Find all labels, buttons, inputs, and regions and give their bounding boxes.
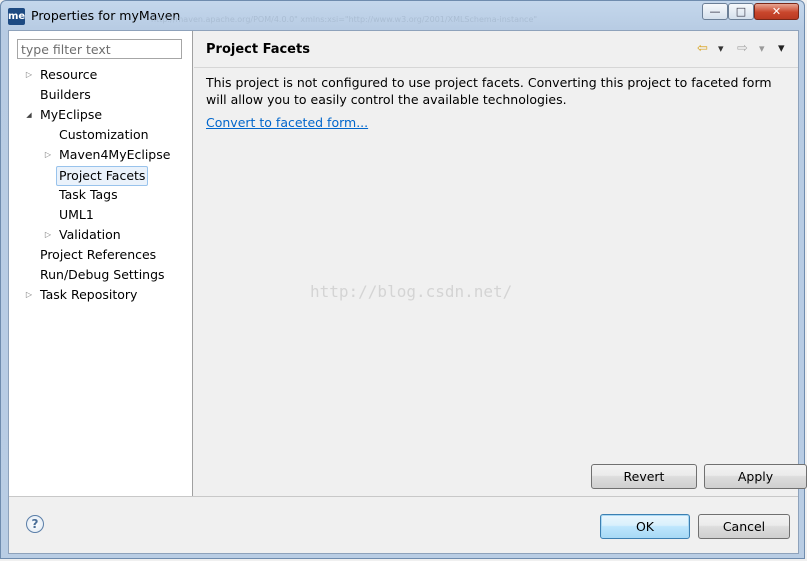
ok-button[interactable]: OK: [600, 514, 690, 539]
tree-item-label-selected: Project Facets: [56, 166, 149, 186]
tree-item-task-tags[interactable]: Task Tags: [9, 185, 192, 205]
title-bar[interactable]: me Properties for myMaven http://maven.a…: [1, 1, 806, 31]
tree-item-maven4myeclipse[interactable]: ▷ Maven4MyEclipse: [9, 145, 192, 165]
maximize-button[interactable]: □: [728, 3, 754, 20]
expand-arrow-icon[interactable]: ▷: [43, 225, 53, 245]
apply-button[interactable]: Apply: [704, 464, 807, 489]
property-page-tree: ▷ Resource Builders ◢ MyEclipse Customiz…: [9, 31, 193, 496]
tree-item-label: Builders: [40, 87, 91, 102]
expand-arrow-icon[interactable]: ▷: [24, 285, 34, 305]
help-icon[interactable]: ?: [26, 515, 44, 533]
button-bar-divider: [9, 496, 798, 497]
tree-item-resource[interactable]: ▷ Resource: [9, 65, 192, 85]
expand-arrow-icon[interactable]: ▷: [43, 145, 53, 165]
tree-item-label: Maven4MyEclipse: [59, 147, 171, 162]
filter-input[interactable]: [17, 39, 182, 59]
tree-item-label: UML1: [59, 207, 94, 222]
tree-item-builders[interactable]: Builders: [9, 85, 192, 105]
tree-item-validation[interactable]: ▷ Validation: [9, 225, 192, 245]
convert-to-faceted-form-link[interactable]: Convert to faceted form...: [206, 115, 368, 130]
watermark: http://blog.csdn.net/: [310, 282, 513, 301]
forward-history-dropdown-icon[interactable]: ▾: [759, 40, 765, 58]
tree-item-label: Task Repository: [40, 287, 138, 302]
cancel-button[interactable]: Cancel: [698, 514, 790, 539]
tree-item-label: Task Tags: [59, 187, 118, 202]
tree-item-customization[interactable]: Customization: [9, 125, 192, 145]
tree-item-label: Validation: [59, 227, 121, 242]
tree-item-label: Resource: [40, 67, 98, 82]
close-button[interactable]: ✕: [754, 3, 799, 20]
minimize-button[interactable]: —: [702, 3, 728, 20]
tree-item-label: Run/Debug Settings: [40, 267, 165, 282]
back-arrow-icon[interactable]: ⇦: [697, 40, 708, 58]
tree-item-task-repository[interactable]: ▷ Task Repository: [9, 285, 192, 305]
tree-item-myeclipse[interactable]: ◢ MyEclipse: [9, 105, 192, 125]
tree-item-project-references[interactable]: Project References: [9, 245, 192, 265]
dialog-client-area: ▷ Resource Builders ◢ MyEclipse Customiz…: [8, 30, 807, 554]
myeclipse-app-icon: me: [8, 8, 25, 25]
facets-message: This project is not configured to use pr…: [206, 75, 772, 107]
properties-dialog: me Properties for myMaven http://maven.a…: [0, 0, 807, 559]
back-history-dropdown-icon[interactable]: ▾: [718, 40, 724, 58]
tree-item-label: Project References: [40, 247, 157, 262]
expand-arrow-icon[interactable]: ▷: [24, 65, 34, 85]
tree-item-project-facets[interactable]: Project Facets: [9, 165, 192, 186]
collapse-arrow-icon[interactable]: ◢: [24, 105, 34, 125]
tree-item-uml1[interactable]: UML1: [9, 205, 192, 225]
property-page-content: Project Facets ⇦ ▾ ⇨ ▾ ▾ This project is…: [194, 31, 807, 496]
tree-item-run-debug-settings[interactable]: Run/Debug Settings: [9, 265, 192, 285]
forward-arrow-icon[interactable]: ⇨: [737, 40, 748, 58]
background-window-text: http://maven.apache.org/POM/4.0.0" xmlns…: [151, 15, 538, 24]
tree-item-label: MyEclipse: [40, 107, 103, 122]
header-divider: [194, 67, 798, 68]
page-title: Project Facets: [206, 42, 310, 57]
tree-item-label: Customization: [59, 127, 149, 142]
revert-button[interactable]: Revert: [591, 464, 697, 489]
view-menu-icon[interactable]: ▾: [778, 40, 785, 58]
